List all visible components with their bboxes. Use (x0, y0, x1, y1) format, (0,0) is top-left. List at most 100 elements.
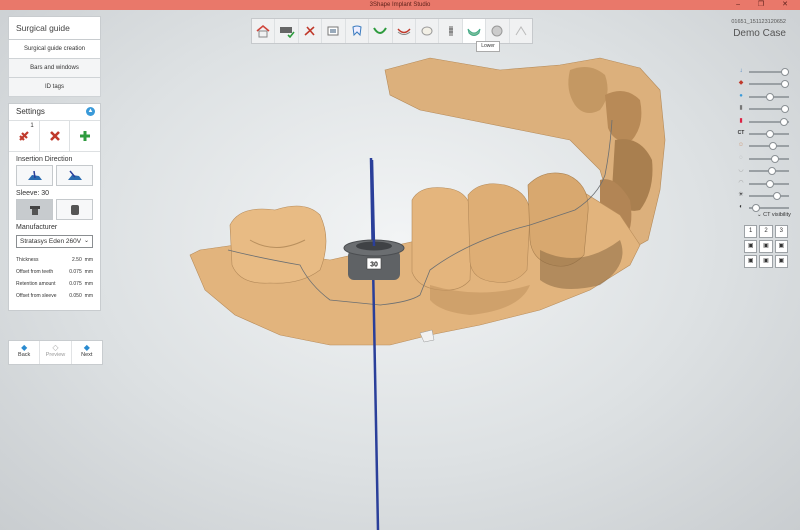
param-label: Offset from teeth (16, 269, 54, 275)
preview-label: Preview (45, 352, 66, 358)
view-cube-icon[interactable]: ▣ (774, 240, 788, 253)
insertion-direction-tooth-button[interactable] (16, 165, 53, 186)
manufacturer-label: Manufacturer (16, 224, 58, 231)
scan-check-icon (279, 27, 295, 38)
toolbar-tooth-button[interactable] (346, 19, 370, 43)
sleeve-b-icon (70, 204, 79, 215)
view-cube-icon[interactable]: ▣ (774, 255, 788, 268)
visibility-slider[interactable]: ◌ (736, 153, 791, 165)
arrow-right-icon: ◆ (83, 343, 90, 352)
param-label: Thickness (16, 257, 39, 263)
toolbar-ct-button[interactable] (322, 19, 346, 43)
param-value[interactable]: 2.50 (67, 255, 82, 265)
case-name: Demo Case (733, 28, 786, 39)
nav-bars-and-windows[interactable]: Bars and windows (8, 59, 101, 78)
direction-tooth-icon (27, 170, 42, 180)
toolbar-implant-button[interactable] (439, 19, 463, 43)
visibility-slider[interactable]: ▮ (736, 103, 791, 115)
back-label: Back (18, 352, 31, 358)
left-panel: Surgical guide Surgical guide creation B… (8, 16, 101, 311)
visibility-slider[interactable]: ☺ (736, 140, 791, 152)
toolbar-guide-button[interactable] (462, 19, 487, 43)
implant-icon (19, 131, 29, 141)
view-buttons: 1 2 3 ▣ ▣ ▣ ▣ ▣ ▣ (744, 225, 788, 270)
implant-visibility-icon: ▮ (739, 105, 743, 112)
brightness-icon: ☀ (738, 191, 744, 198)
visibility-panel: ↓ ◆ ● ▮ ▮ CT ☺ ◌ ◡ ◠ ☀ ◐ (736, 66, 791, 215)
manufacturer-select[interactable]: Stratasys Eden 260V ⌄ (16, 235, 93, 248)
sphere-icon (491, 25, 503, 37)
view-cube-icon[interactable]: ▣ (759, 240, 773, 253)
premolar-tooth (467, 183, 531, 283)
sleeve-label: 30 (370, 262, 378, 269)
collapse-icon[interactable]: ▲ (86, 107, 95, 116)
arch-icon (373, 27, 388, 34)
chevron-down-icon: ⌄ (757, 212, 762, 218)
tooth-visibility-icon: ◡ (738, 167, 744, 174)
visibility-slider[interactable]: ● (736, 91, 791, 103)
visibility-slider[interactable]: ◆ (736, 78, 791, 90)
view-cube-icon[interactable]: ▣ (744, 255, 758, 268)
arrow-left-icon: ◆ (21, 343, 28, 352)
visibility-slider[interactable]: ◠ (736, 178, 791, 190)
visibility-slider[interactable]: CT (736, 128, 791, 140)
scan-icon: ● (739, 92, 743, 99)
molar-tooth (229, 205, 327, 284)
multi-implant-button[interactable]: 1 (9, 121, 40, 151)
toolbar-home-button[interactable] (252, 19, 276, 43)
implant-count-badge: 1 (30, 123, 34, 129)
param-value[interactable]: 0.050 (67, 291, 82, 301)
view-button-2[interactable]: 2 (759, 225, 773, 238)
preview-button[interactable]: ◇ Preview (40, 341, 72, 364)
toolbar-sphere-button[interactable] (486, 19, 510, 43)
ct-icon (327, 26, 339, 36)
param-row-thickness: Thickness 2.50 mm (9, 254, 100, 266)
visibility-slider[interactable]: ↓ (736, 66, 791, 78)
ct-visibility-label: CT visibility (763, 212, 791, 218)
next-button[interactable]: ◆ Next (72, 341, 102, 364)
measure-icon (515, 26, 527, 36)
face-icon: ☺ (737, 142, 745, 149)
3d-viewport[interactable]: 30 (0, 0, 800, 530)
chevron-down-icon: ⌄ (83, 238, 89, 244)
panel-header: Surgical guide (8, 16, 101, 40)
implant-action-row: 1 (9, 121, 100, 152)
param-value[interactable]: 0.075 (67, 279, 82, 289)
back-button[interactable]: ◆ Back (9, 341, 41, 364)
param-label: Offset from sleeve (16, 293, 57, 299)
upper-jaw-icon: ◆ (738, 80, 744, 87)
view-cube-icon[interactable]: ▣ (759, 255, 773, 268)
param-unit: mm (84, 269, 93, 275)
sleeve-type-a-button[interactable] (16, 199, 53, 220)
toolbar-nerve-button[interactable] (393, 19, 416, 43)
direction-view-icon (67, 170, 82, 180)
view-cube-icon[interactable]: ▣ (744, 240, 758, 253)
view-button-1[interactable]: 1 (744, 225, 758, 238)
guide-lower-icon (467, 28, 481, 36)
toolbar-tooltip: Lower (476, 41, 500, 52)
visibility-slider[interactable]: ◡ (736, 165, 791, 177)
view-button-3[interactable]: 3 (774, 225, 788, 238)
ct-visibility-toggle[interactable]: ⌄ CT visibility (757, 212, 791, 218)
pointer-icon: ↓ (739, 68, 743, 74)
premolar-tooth (411, 187, 473, 291)
remove-button[interactable] (40, 121, 71, 151)
nerve-icon (397, 28, 411, 35)
sleeve-type-b-button[interactable] (56, 199, 93, 220)
add-button[interactable] (70, 121, 100, 151)
toolbar-arch-button[interactable] (369, 19, 393, 43)
nav-id-tags[interactable]: ID tags (8, 78, 101, 97)
toolbar-measure-button[interactable] (510, 19, 532, 43)
visibility-slider[interactable]: ☀ (736, 190, 791, 202)
toolbar-crown-button[interactable] (416, 19, 440, 43)
settings-title: Settings (16, 107, 45, 116)
toolbar-tools-button[interactable] (299, 19, 323, 43)
nav-surgical-guide-creation[interactable]: Surgical guide creation (8, 40, 101, 59)
visibility-slider[interactable]: ▮ (736, 116, 791, 128)
insertion-direction-label: Insertion Direction (16, 156, 73, 163)
param-row-offset-sleeve: Offset from sleeve 0.050 mm (9, 290, 100, 302)
insertion-direction-view-button[interactable] (56, 165, 93, 186)
param-value[interactable]: 0.075 (67, 267, 82, 277)
settings-header[interactable]: Settings ▲ (9, 104, 100, 121)
toolbar-scan-button[interactable] (275, 19, 299, 43)
